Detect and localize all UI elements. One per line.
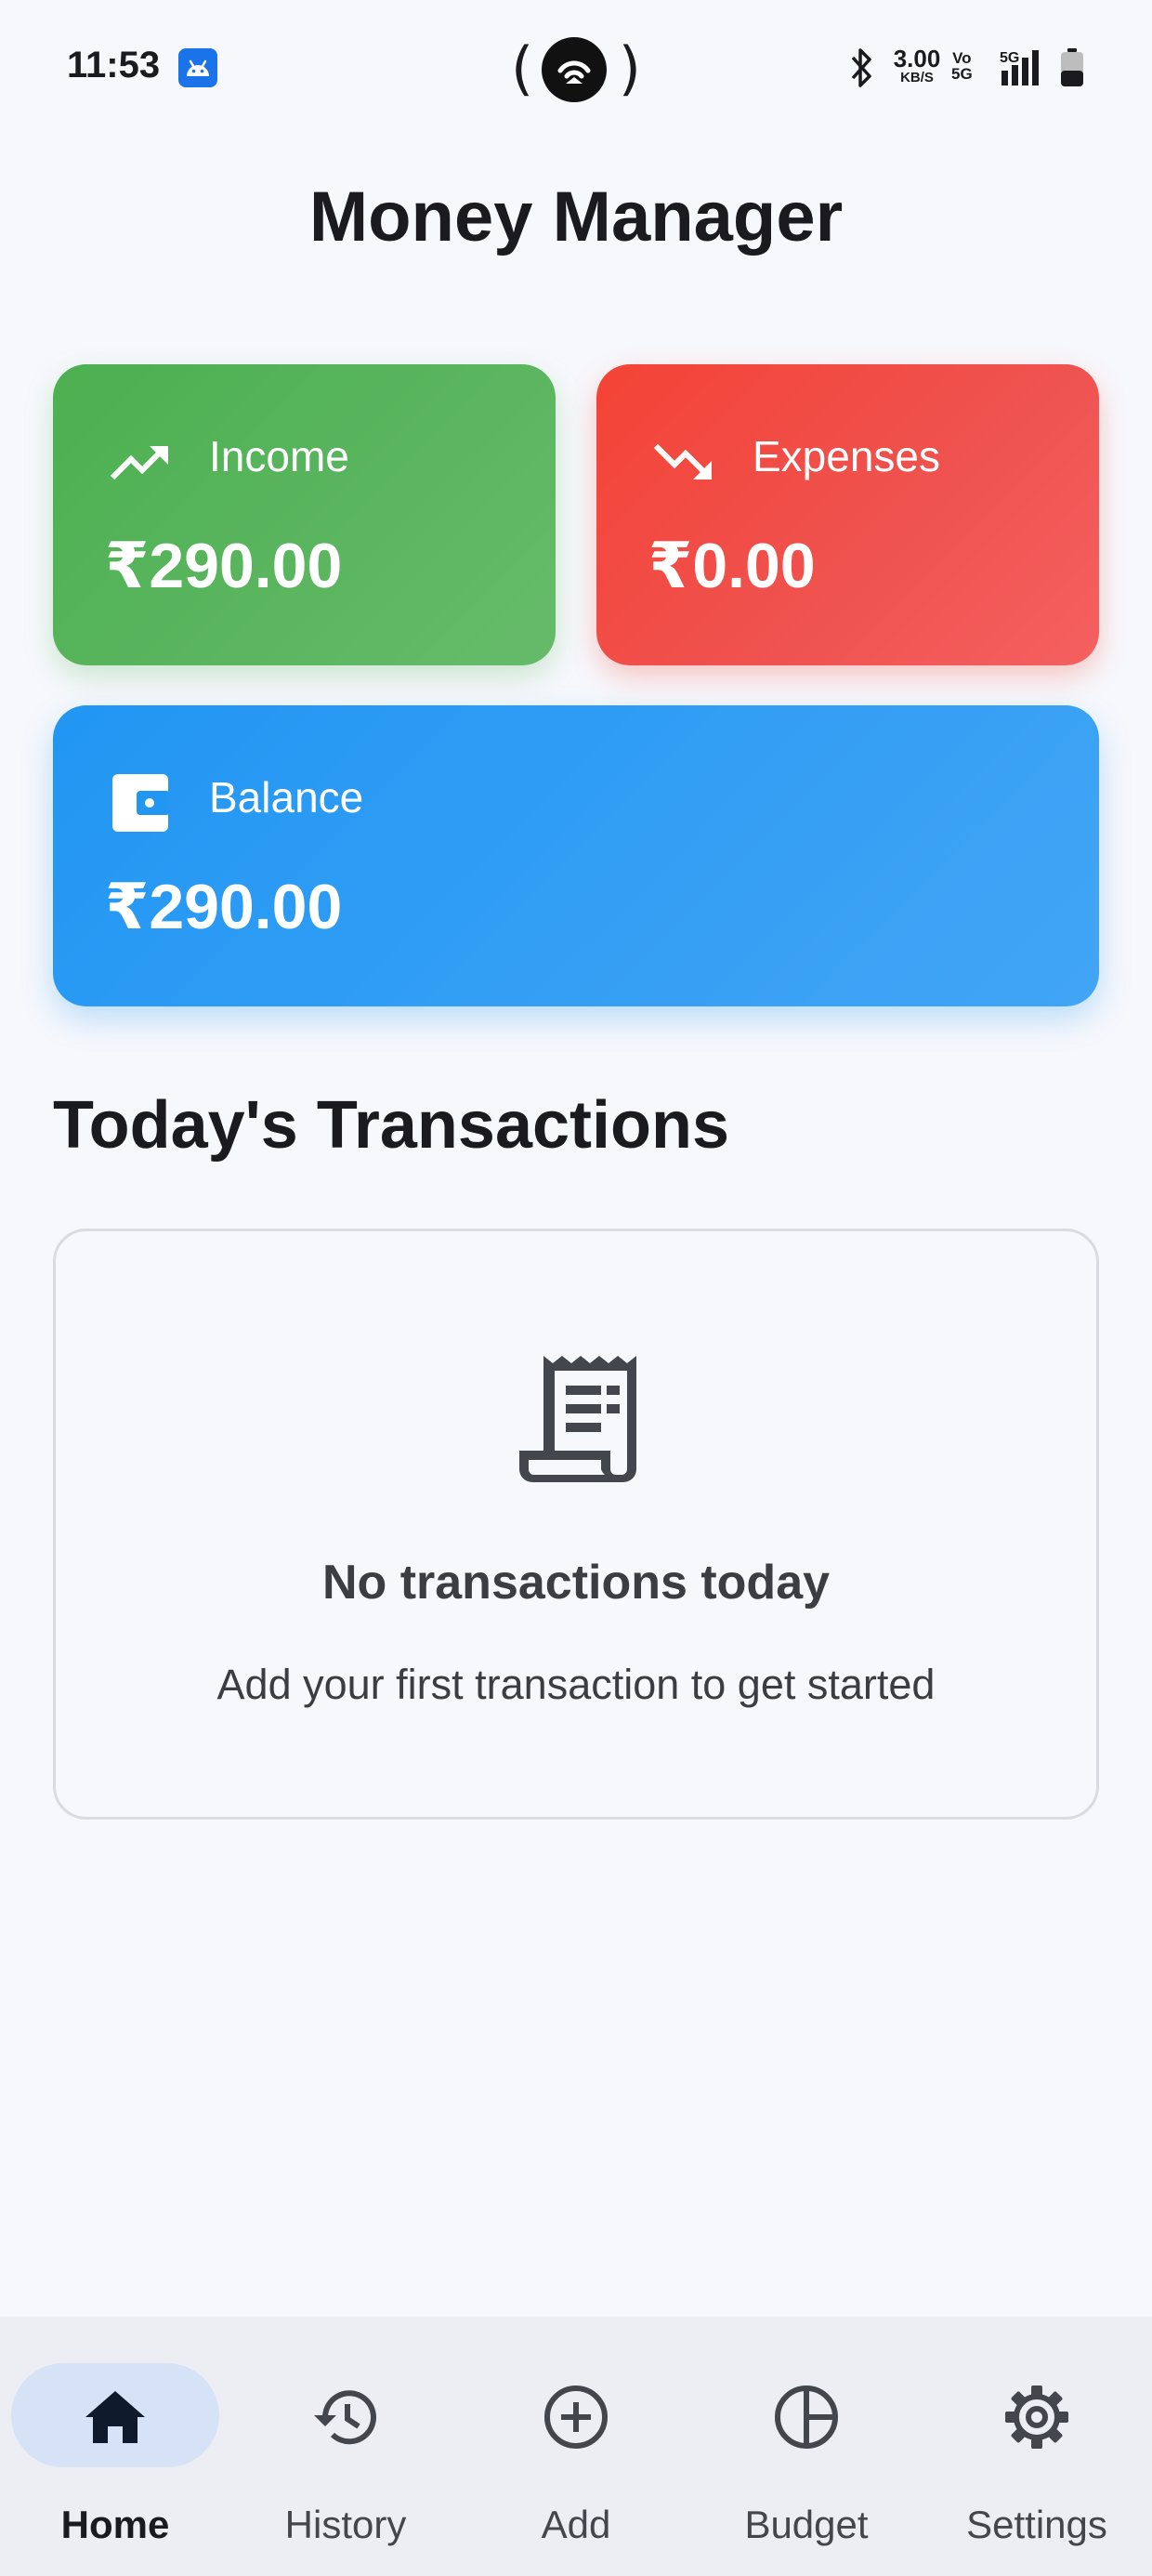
nav-item-add[interactable]: Add	[472, 2317, 680, 2576]
receipt-icon	[516, 1350, 642, 1486]
net-speed: 3.00 KB/S	[887, 46, 947, 85]
nav-item-home[interactable]: Home	[11, 2317, 219, 2576]
add-circle-icon	[541, 2382, 611, 2452]
bluetooth-icon	[847, 46, 875, 94]
expenses-card[interactable]: Expenses ₹0.00	[596, 364, 1099, 665]
nav-item-settings[interactable]: Settings	[933, 2317, 1141, 2576]
bottom-nav: Home History Add Budget Settings	[0, 2317, 1152, 2576]
nav-label-home: Home	[60, 2503, 170, 2546]
empty-transactions-card: No transactions today Add your first tra…	[53, 1229, 1099, 1820]
wallet-icon	[107, 769, 174, 835]
volte-network-label: 5G	[951, 65, 973, 83]
empty-subtitle: Add your first transaction to get starte…	[216, 1661, 936, 1708]
volte-icon: Vo 5G	[951, 49, 973, 83]
expenses-label: Expenses	[753, 432, 941, 480]
income-label: Income	[209, 432, 349, 480]
nav-item-budget[interactable]: Budget	[702, 2317, 910, 2576]
trending-up-icon	[107, 427, 174, 494]
balance-label: Balance	[209, 773, 364, 821]
balance-value: ₹290.00	[105, 872, 343, 942]
trending-down-icon	[650, 427, 717, 494]
nav-item-history[interactable]: History	[242, 2317, 450, 2576]
income-card[interactable]: Income ₹290.00	[53, 364, 556, 665]
network-type-label: 5G	[1000, 50, 1020, 66]
android-icon	[178, 48, 217, 87]
balance-card[interactable]: Balance ₹290.00	[53, 705, 1099, 1006]
net-speed-unit: KB/S	[900, 70, 934, 85]
battery-icon	[1059, 48, 1085, 92]
page-title: Money Manager	[308, 177, 844, 256]
empty-title: No transactions today	[321, 1556, 831, 1610]
gear-icon	[1001, 2382, 1072, 2452]
nav-label-budget: Budget	[744, 2503, 869, 2546]
home-icon	[80, 2382, 151, 2452]
nav-label-add: Add	[541, 2503, 611, 2546]
section-title: Today's Transactions	[53, 1088, 730, 1163]
signal-icon: 5G	[987, 46, 1046, 94]
status-time: 11:53	[67, 45, 161, 85]
hotspot-icon	[542, 37, 607, 102]
nav-label-settings: Settings	[966, 2503, 1107, 2546]
nav-label-history: History	[284, 2503, 407, 2546]
income-value: ₹290.00	[105, 531, 343, 601]
hotspot-indicator: ( )	[511, 34, 641, 102]
expenses-value: ₹0.00	[648, 531, 816, 601]
budget-pie-icon	[771, 2382, 842, 2452]
status-bar: 11:53 ( ) 3.00 KB/S Vo 5G 5G	[0, 0, 1152, 139]
net-speed-value: 3.00	[893, 45, 941, 72]
history-icon	[310, 2382, 381, 2452]
